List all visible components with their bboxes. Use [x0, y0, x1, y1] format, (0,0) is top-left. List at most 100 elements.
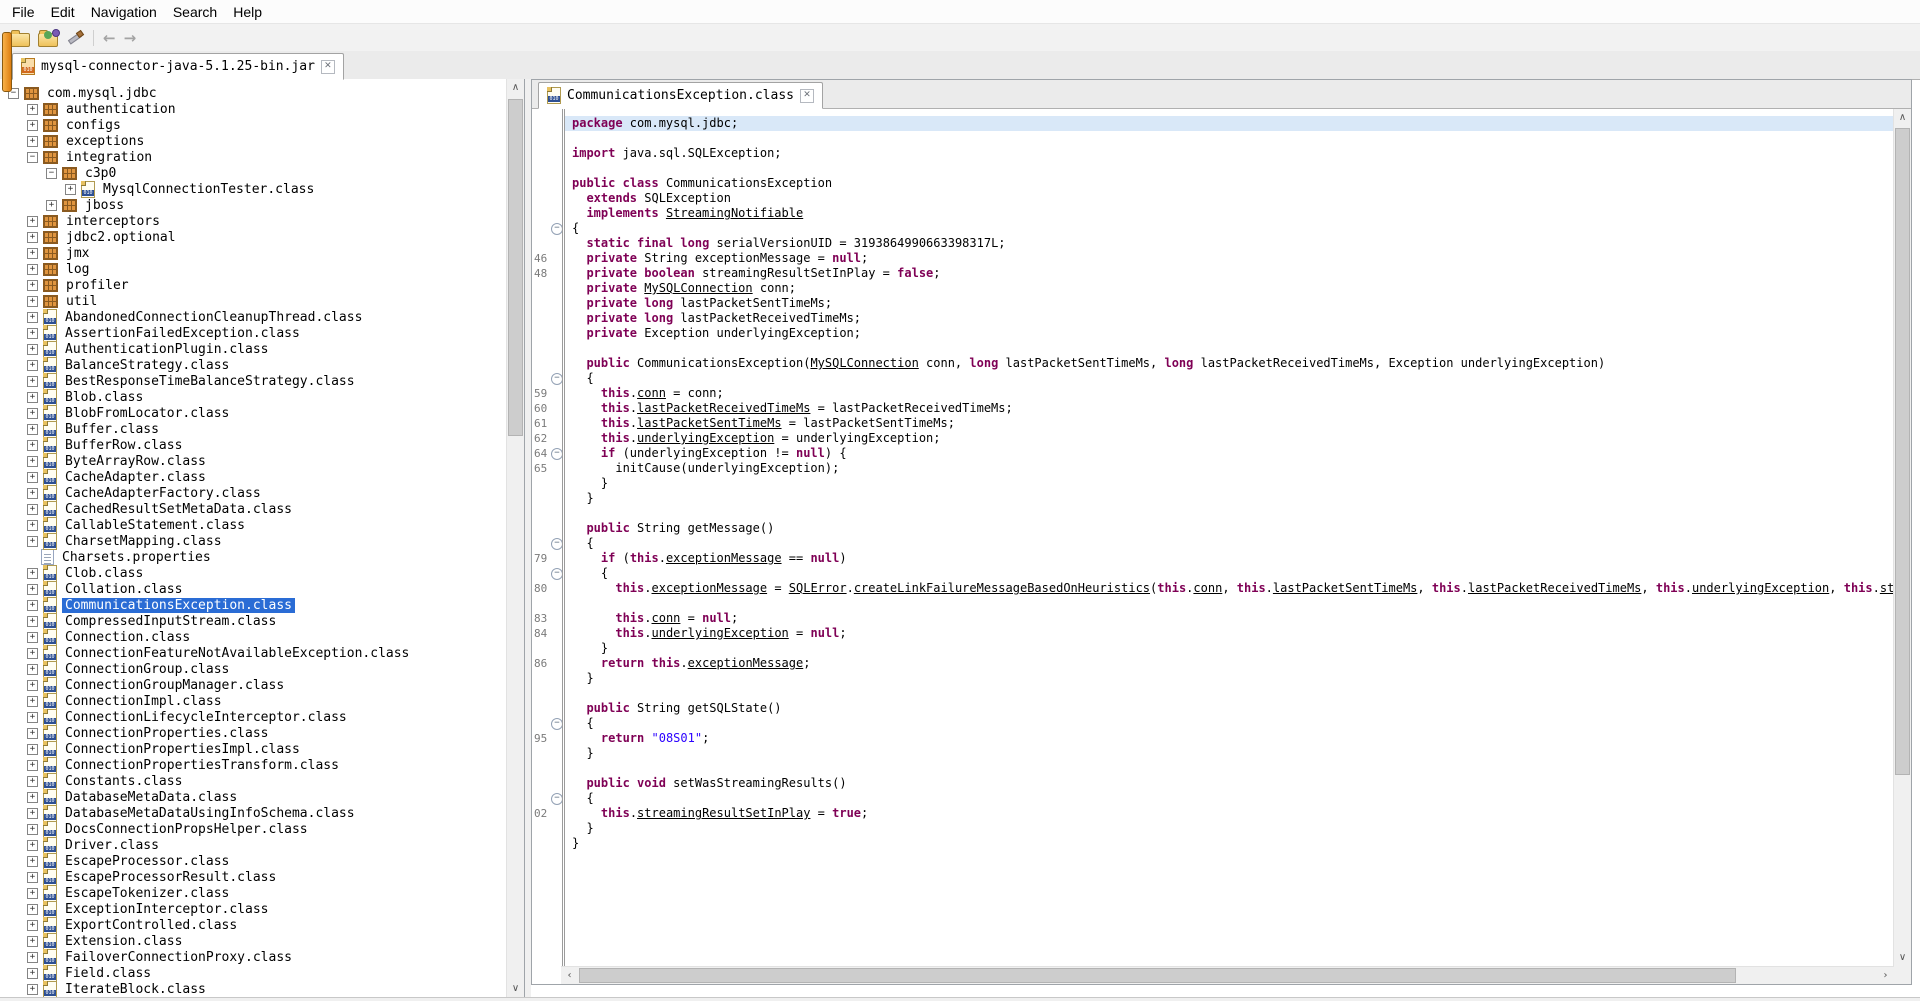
tree-item[interactable]: +010Collation.class — [4, 581, 506, 597]
scroll-down-icon[interactable]: ∨ — [507, 980, 524, 997]
tree-item[interactable]: Charsets.properties — [4, 549, 506, 565]
collapse-icon[interactable]: − — [27, 152, 38, 163]
expand-icon[interactable]: + — [27, 536, 38, 547]
expand-icon[interactable]: + — [27, 824, 38, 835]
editor-vertical-scrollbar[interactable]: ∧ ∨ — [1893, 109, 1911, 966]
tree-item[interactable]: +010IterateBlock.class — [4, 981, 506, 997]
tree-item[interactable]: +010CompressedInputStream.class — [4, 613, 506, 629]
scroll-up-icon[interactable]: ∧ — [507, 79, 524, 96]
expand-icon[interactable]: + — [27, 712, 38, 723]
expand-icon[interactable]: + — [27, 664, 38, 675]
tree-item[interactable]: +log — [4, 261, 506, 277]
expand-icon[interactable]: + — [27, 504, 38, 515]
tree-item[interactable]: +010CachedResultSetMetaData.class — [4, 501, 506, 517]
open-type-icon[interactable] — [38, 33, 58, 47]
expand-icon[interactable]: + — [27, 424, 38, 435]
expand-icon[interactable]: + — [27, 456, 38, 467]
expand-icon[interactable]: + — [27, 680, 38, 691]
tree-item[interactable]: +010AssertionFailedException.class — [4, 325, 506, 341]
tree-item[interactable]: +010DocsConnectionPropsHelper.class — [4, 821, 506, 837]
expand-icon[interactable]: + — [27, 232, 38, 243]
tree-item[interactable]: +010ConnectionPropertiesTransform.class — [4, 757, 506, 773]
tree-item[interactable]: +010Buffer.class — [4, 421, 506, 437]
tree-item[interactable]: +010ConnectionFeatureNotAvailableExcepti… — [4, 645, 506, 661]
expand-icon[interactable]: + — [27, 920, 38, 931]
expand-icon[interactable]: + — [27, 264, 38, 275]
scroll-right-icon[interactable]: › — [1877, 967, 1894, 984]
tree-item[interactable]: +010ConnectionImpl.class — [4, 693, 506, 709]
tree-item[interactable]: +010Clob.class — [4, 565, 506, 581]
tree-item[interactable]: +010AuthenticationPlugin.class — [4, 341, 506, 357]
expand-icon[interactable]: + — [27, 344, 38, 355]
tree-item[interactable]: −integration — [4, 149, 506, 165]
expand-icon[interactable]: + — [27, 408, 38, 419]
scroll-left-icon[interactable]: ‹ — [561, 967, 578, 984]
scroll-up-icon[interactable]: ∧ — [1894, 109, 1911, 126]
expand-icon[interactable]: + — [27, 360, 38, 371]
tree-item[interactable]: +010ExceptionInterceptor.class — [4, 901, 506, 917]
fold-collapse-icon[interactable]: − — [551, 373, 563, 385]
expand-icon[interactable]: + — [27, 616, 38, 627]
tree-item[interactable]: +010MysqlConnectionTester.class — [4, 181, 506, 197]
fold-collapse-icon[interactable]: − — [551, 538, 563, 550]
expand-icon[interactable]: + — [27, 296, 38, 307]
tree-item[interactable]: +010DatabaseMetaDataUsingInfoSchema.clas… — [4, 805, 506, 821]
tree-item[interactable]: +010CallableStatement.class — [4, 517, 506, 533]
tree-item[interactable]: +util — [4, 293, 506, 309]
expand-icon[interactable]: + — [27, 840, 38, 851]
tree-item[interactable]: +010ByteArrayRow.class — [4, 453, 506, 469]
expand-icon[interactable]: + — [27, 568, 38, 579]
tree-item[interactable]: +interceptors — [4, 213, 506, 229]
tree-item[interactable]: −com.mysql.jdbc — [4, 85, 506, 101]
editor-scroll-thumb[interactable] — [1895, 128, 1910, 775]
tree-item[interactable]: +010ExportControlled.class — [4, 917, 506, 933]
tree-item[interactable]: −c3p0 — [4, 165, 506, 181]
tree-item[interactable]: +exceptions — [4, 133, 506, 149]
expand-icon[interactable]: + — [27, 520, 38, 531]
expand-icon[interactable]: + — [27, 392, 38, 403]
tree-scroll-thumb[interactable] — [508, 99, 523, 436]
menu-navigation[interactable]: Navigation — [83, 1, 165, 23]
tree-item[interactable]: +010DatabaseMetaData.class — [4, 789, 506, 805]
expand-icon[interactable]: + — [27, 648, 38, 659]
expand-icon[interactable]: + — [27, 872, 38, 883]
tab-jar-file[interactable]: 010 mysql-connector-java-5.1.25-bin.jar … — [12, 53, 344, 80]
expand-icon[interactable]: + — [27, 120, 38, 131]
expand-icon[interactable]: + — [27, 984, 38, 995]
expand-icon[interactable]: + — [27, 216, 38, 227]
expand-icon[interactable]: + — [27, 904, 38, 915]
menu-help[interactable]: Help — [225, 1, 270, 23]
expand-icon[interactable]: + — [27, 376, 38, 387]
expand-icon[interactable]: + — [27, 792, 38, 803]
tree-item[interactable]: +jboss — [4, 197, 506, 213]
editor-hscroll-thumb[interactable] — [579, 968, 1736, 983]
expand-icon[interactable]: + — [27, 280, 38, 291]
scroll-down-icon[interactable]: ∨ — [1894, 949, 1911, 966]
expand-icon[interactable]: + — [27, 104, 38, 115]
tree-item[interactable]: +010ConnectionGroupManager.class — [4, 677, 506, 693]
forward-icon[interactable]: → — [124, 29, 137, 47]
expand-icon[interactable]: + — [27, 488, 38, 499]
tree-vertical-scrollbar[interactable]: ∧ ∨ — [506, 79, 524, 997]
tree-item[interactable]: +010ConnectionGroup.class — [4, 661, 506, 677]
menu-edit[interactable]: Edit — [43, 1, 83, 23]
expand-icon[interactable]: + — [27, 968, 38, 979]
expand-icon[interactable]: + — [27, 728, 38, 739]
tree-item[interactable]: +010ConnectionProperties.class — [4, 725, 506, 741]
tree-item[interactable]: +jdbc2.optional — [4, 229, 506, 245]
open-file-icon[interactable] — [10, 33, 30, 47]
fold-collapse-icon[interactable]: − — [551, 718, 563, 730]
expand-icon[interactable]: + — [46, 200, 57, 211]
tree-item[interactable]: +010BestResponseTimeBalanceStrategy.clas… — [4, 373, 506, 389]
tree-item[interactable]: +010Blob.class — [4, 389, 506, 405]
editor-horizontal-scrollbar[interactable]: ‹ › — [561, 966, 1894, 984]
expand-icon[interactable]: + — [27, 248, 38, 259]
expand-icon[interactable]: + — [27, 632, 38, 643]
close-icon[interactable]: ✕ — [321, 60, 335, 74]
menu-search[interactable]: Search — [165, 1, 225, 23]
tree-item[interactable]: +profiler — [4, 277, 506, 293]
expand-icon[interactable]: + — [27, 440, 38, 451]
expand-icon[interactable]: + — [27, 696, 38, 707]
tree-item[interactable]: +010Connection.class — [4, 629, 506, 645]
expand-icon[interactable]: + — [27, 136, 38, 147]
